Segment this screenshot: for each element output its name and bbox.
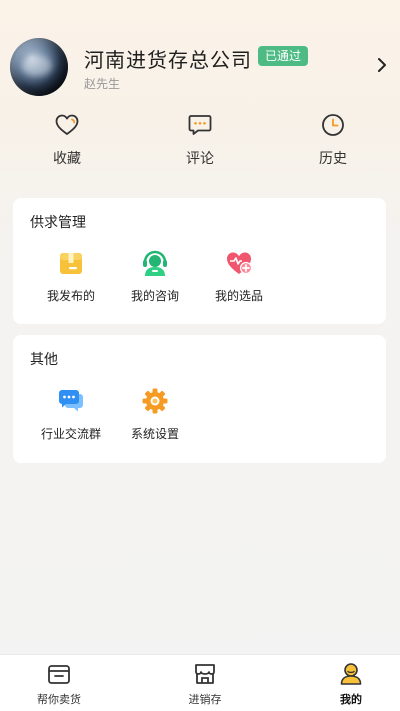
other-section-title: 其他 xyxy=(30,352,58,368)
system-settings-label: 系统设置 xyxy=(130,427,179,441)
clock-icon xyxy=(322,114,344,136)
my-published-button[interactable]: 我发布的 xyxy=(31,248,111,304)
settings-gear-icon xyxy=(142,388,168,414)
history-label: 历史 xyxy=(319,151,347,167)
status-badge: 已通过 xyxy=(258,46,309,66)
history-button[interactable]: 历史 xyxy=(293,112,373,168)
comment-icon xyxy=(188,115,212,135)
avatar[interactable] xyxy=(10,38,68,96)
comments-button[interactable]: 评论 xyxy=(160,112,240,168)
package-icon xyxy=(60,253,82,274)
industry-group-button[interactable]: 行业交流群 xyxy=(31,386,111,442)
bottom-tab-bar: 帮你卖货 进销存 我的 xyxy=(0,654,400,711)
heart-plus-icon xyxy=(227,252,253,275)
tab-mine[interactable]: 我的 xyxy=(311,661,391,707)
comments-label: 评论 xyxy=(186,151,214,167)
tab-mine-label: 我的 xyxy=(340,693,362,706)
customer-service-icon xyxy=(143,250,167,276)
supply-management-card: 供求管理 我发布的 我的咨询 我的选品 xyxy=(13,198,386,324)
company-name: 河南进货存总公司 xyxy=(84,48,252,72)
user-name: 赵先生 xyxy=(84,77,121,91)
my-inquiries-label: 我的咨询 xyxy=(130,289,179,303)
favorites-label: 收藏 xyxy=(53,151,81,167)
my-inquiries-button[interactable]: 我的咨询 xyxy=(115,248,195,304)
quick-actions: 收藏 评论 历史 xyxy=(0,112,400,172)
shop-box-icon xyxy=(48,665,70,684)
supply-section-title: 供求管理 xyxy=(30,215,86,231)
other-card: 其他 行业交流群 系统设置 xyxy=(13,335,386,463)
tab-sell-for-you[interactable]: 帮你卖货 xyxy=(19,661,99,707)
my-selection-button[interactable]: 我的选品 xyxy=(199,248,279,304)
tab-inventory-label: 进销存 xyxy=(188,693,222,706)
tab-sell-for-you-label: 帮你卖货 xyxy=(37,693,81,706)
industry-group-label: 行业交流群 xyxy=(40,427,101,441)
user-icon xyxy=(340,663,362,685)
profile-header[interactable]: 河南进货存总公司 已通过 赵先生 xyxy=(0,0,400,110)
tab-inventory[interactable]: 进销存 xyxy=(165,661,245,707)
store-icon xyxy=(195,664,215,684)
my-selection-label: 我的选品 xyxy=(214,289,263,303)
chat-bubbles-icon xyxy=(59,390,83,412)
system-settings-button[interactable]: 系统设置 xyxy=(115,386,195,442)
favorites-button[interactable]: 收藏 xyxy=(27,112,107,168)
heart-outline-icon xyxy=(55,114,79,135)
my-published-label: 我发布的 xyxy=(46,289,95,303)
chevron-right-icon[interactable] xyxy=(376,56,388,74)
